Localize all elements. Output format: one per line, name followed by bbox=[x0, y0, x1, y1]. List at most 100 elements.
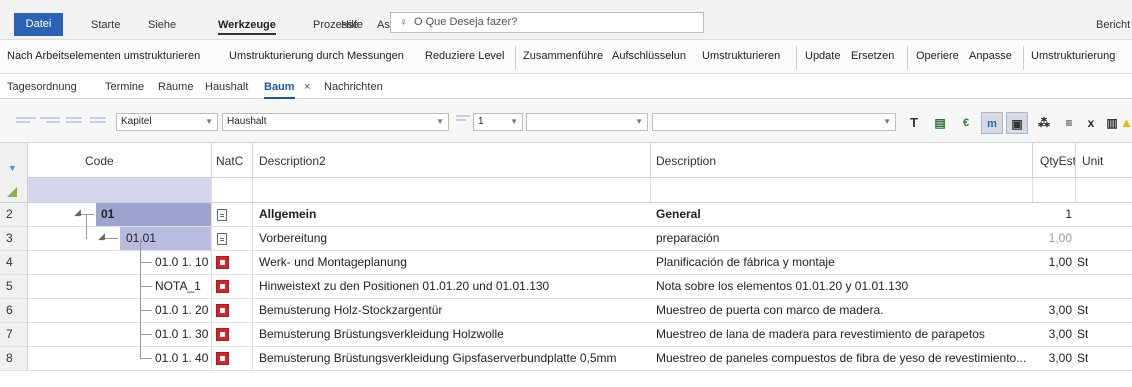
description2-cell[interactable]: Bemusterung Brüstungsverkleidung Holzwol… bbox=[259, 323, 504, 346]
unit-cell[interactable]: St bbox=[1077, 299, 1088, 322]
cmd-nach-arbeitselementen[interactable]: Nach Arbeitselementen umstrukturieren bbox=[7, 50, 200, 62]
tab-datei[interactable]: Datei bbox=[14, 13, 63, 36]
cmd-aufschluesselun[interactable]: Aufschlüsselun bbox=[612, 50, 686, 62]
warning-icon[interactable]: ▲ bbox=[1120, 112, 1132, 134]
tab-starte[interactable]: Starte bbox=[91, 14, 120, 36]
code-cell[interactable]: 01.0 1. 10 bbox=[155, 251, 208, 274]
tab-siehe[interactable]: Siehe bbox=[148, 14, 176, 36]
description2-cell[interactable]: Werk- und Montageplanung bbox=[259, 251, 407, 274]
cmd-zusammenfuehre[interactable]: Zusammenführe bbox=[523, 50, 603, 62]
doctab-tagesordnung[interactable]: Tagesordnung bbox=[7, 81, 77, 93]
filter-select-2[interactable]: ▼ bbox=[652, 113, 896, 131]
column-separator bbox=[211, 275, 212, 298]
description-cell[interactable]: Muestreo de puerta con marco de madera. bbox=[656, 299, 883, 322]
code-cell[interactable]: 01.01 bbox=[126, 227, 156, 250]
code-cell[interactable]: 01.0 1. 30 bbox=[155, 323, 208, 346]
table-row[interactable]: 5 NOTA_1 Hinweistext zu den Positionen 0… bbox=[0, 263, 1132, 299]
filter-select-1[interactable]: ▼ bbox=[526, 113, 648, 131]
tree-icon[interactable]: ⁂ bbox=[1033, 112, 1055, 134]
code-cell[interactable]: NOTA_1 bbox=[155, 275, 201, 298]
qtyest-cell[interactable]: 1,00 bbox=[1032, 251, 1072, 274]
collapse-icon[interactable]: ◢ bbox=[98, 231, 105, 242]
command-row: Nach Arbeitselementen umstrukturieren Um… bbox=[0, 40, 1132, 74]
tab-hilfe[interactable]: Hilfe bbox=[341, 14, 363, 36]
description-cell[interactable]: Muestreo de paneles compuestos de fibra … bbox=[656, 347, 1030, 370]
copy-icon[interactable]: ▣ bbox=[1006, 112, 1028, 134]
text-bold-icon[interactable]: T bbox=[903, 112, 925, 134]
cmd-update[interactable]: Update bbox=[805, 50, 840, 62]
level-select[interactable]: Kapitel ▼ bbox=[116, 113, 218, 131]
description-cell[interactable]: Planificación de fábrica y montaje bbox=[656, 251, 835, 274]
description2-cell[interactable]: Bemusterung Holz-Stockzargentür bbox=[259, 299, 442, 322]
code-cell[interactable]: 01.0 1. 40 bbox=[155, 347, 208, 370]
cmd-reduziere-level[interactable]: Reduziere Level bbox=[425, 50, 505, 62]
price-icon[interactable]: € bbox=[955, 112, 977, 134]
cmd-umstrukturieren[interactable]: Umstrukturieren bbox=[702, 50, 780, 62]
formula-icon[interactable]: x bbox=[1080, 112, 1102, 134]
grid-filter-row bbox=[0, 178, 1132, 203]
multiply-icon[interactable]: ≡ bbox=[1058, 112, 1080, 134]
qtyest-cell[interactable]: 1,00 bbox=[1032, 227, 1072, 250]
col-header-description2[interactable]: Description2 bbox=[259, 154, 326, 168]
table-row[interactable]: 4 01.0 1. 10 Werk- und Montageplanung Pl… bbox=[0, 239, 1132, 275]
unit-cell[interactable]: St bbox=[1077, 323, 1088, 346]
unit-cell[interactable]: St bbox=[1077, 251, 1088, 274]
measurement-icon[interactable]: m bbox=[981, 112, 1003, 134]
table-row[interactable]: 6 01.0 1. 20 Bemusterung Holz-Stockzarge… bbox=[0, 287, 1132, 323]
col-header-qtyest[interactable]: QtyEst bbox=[1040, 154, 1076, 168]
doctab-haushalt[interactable]: Haushalt bbox=[205, 81, 248, 93]
summary-icon[interactable]: ▤ bbox=[929, 112, 951, 134]
table-row[interactable]: 3 ◢ 01.01 Vorbereitung preparación 1,00 bbox=[0, 215, 1132, 251]
column-separator bbox=[1075, 178, 1076, 202]
command-separator bbox=[1023, 46, 1024, 70]
description2-cell[interactable]: Hinweistext zu den Positionen 01.01.20 u… bbox=[259, 275, 549, 298]
budget-select[interactable]: Haushalt ▼ bbox=[222, 113, 449, 131]
cmd-ersetzen[interactable]: Ersetzen bbox=[851, 50, 894, 62]
column-separator bbox=[252, 143, 253, 178]
filter-code-cell[interactable] bbox=[28, 178, 211, 202]
code-cell[interactable]: 01.0 1. 20 bbox=[155, 299, 208, 322]
cmd-operiere[interactable]: Operiere bbox=[916, 50, 959, 62]
description-cell[interactable]: General bbox=[656, 203, 701, 226]
collapse-icon[interactable]: ◢ bbox=[74, 207, 81, 218]
column-separator bbox=[211, 143, 212, 178]
tree-grid: ▼ Code NatC Description2 Description Qty… bbox=[0, 143, 1132, 387]
code-cell[interactable]: 01 bbox=[101, 203, 114, 226]
table-row[interactable]: 2 ◢ 01 Allgemein General 1 bbox=[0, 203, 1132, 227]
table-row[interactable]: 7 01.0 1. 30 Bemusterung Brüstungsverkle… bbox=[0, 311, 1132, 347]
cmd-anpasse[interactable]: Anpasse bbox=[969, 50, 1012, 62]
tab-bericht[interactable]: Bericht bbox=[1096, 14, 1130, 36]
description-cell[interactable]: preparación bbox=[656, 227, 719, 250]
qtyest-cell[interactable]: 1 bbox=[1032, 203, 1072, 226]
description-cell[interactable]: Muestreo de lana de madera para revestim… bbox=[656, 323, 985, 346]
column-separator bbox=[252, 299, 253, 322]
doctab-baum[interactable]: Baum bbox=[264, 81, 295, 99]
column-separator bbox=[1032, 143, 1033, 178]
table-row[interactable]: 8 01.0 1. 40 Bemusterung Brüstungsverkle… bbox=[0, 335, 1132, 371]
doctab-raeume[interactable]: Räume bbox=[158, 81, 193, 93]
description2-cell[interactable]: Allgemein bbox=[259, 203, 316, 226]
description2-cell[interactable]: Bemusterung Brüstungsverkleidung Gipsfas… bbox=[259, 347, 647, 370]
description2-cell[interactable]: Vorbereitung bbox=[259, 227, 327, 250]
number-select[interactable]: 1 ▼ bbox=[473, 113, 523, 131]
unit-cell[interactable]: St bbox=[1077, 347, 1088, 370]
description-cell[interactable]: Nota sobre los elementos 01.01.20 y 01.0… bbox=[656, 275, 908, 298]
col-header-unit[interactable]: Unit bbox=[1082, 154, 1103, 168]
cmd-umstrukturierung[interactable]: Umstrukturierung bbox=[1031, 50, 1115, 62]
tell-me-search[interactable]: ♀ O Que Deseja fazer? bbox=[390, 12, 704, 33]
column-separator bbox=[211, 203, 212, 226]
qtyest-cell[interactable]: 3,00 bbox=[1032, 323, 1072, 346]
doctab-nachrichten[interactable]: Nachrichten bbox=[324, 81, 383, 93]
filter-row-header bbox=[0, 178, 28, 202]
move-down-icon bbox=[66, 117, 86, 125]
qtyest-cell[interactable]: 3,00 bbox=[1032, 299, 1072, 322]
doctab-termine[interactable]: Termine bbox=[105, 81, 144, 93]
close-icon[interactable]: × bbox=[304, 81, 310, 93]
chevron-down-icon: ▼ bbox=[436, 117, 444, 126]
col-header-code[interactable]: Code bbox=[85, 154, 114, 168]
qtyest-cell[interactable]: 3,00 bbox=[1032, 347, 1072, 370]
cmd-umstrukturierung-messungen[interactable]: Umstrukturierung durch Messungen bbox=[229, 50, 404, 62]
col-header-description[interactable]: Description bbox=[656, 154, 716, 168]
col-header-natc[interactable]: NatC bbox=[216, 154, 243, 168]
tab-werkzeuge[interactable]: Werkzeuge bbox=[218, 14, 276, 36]
